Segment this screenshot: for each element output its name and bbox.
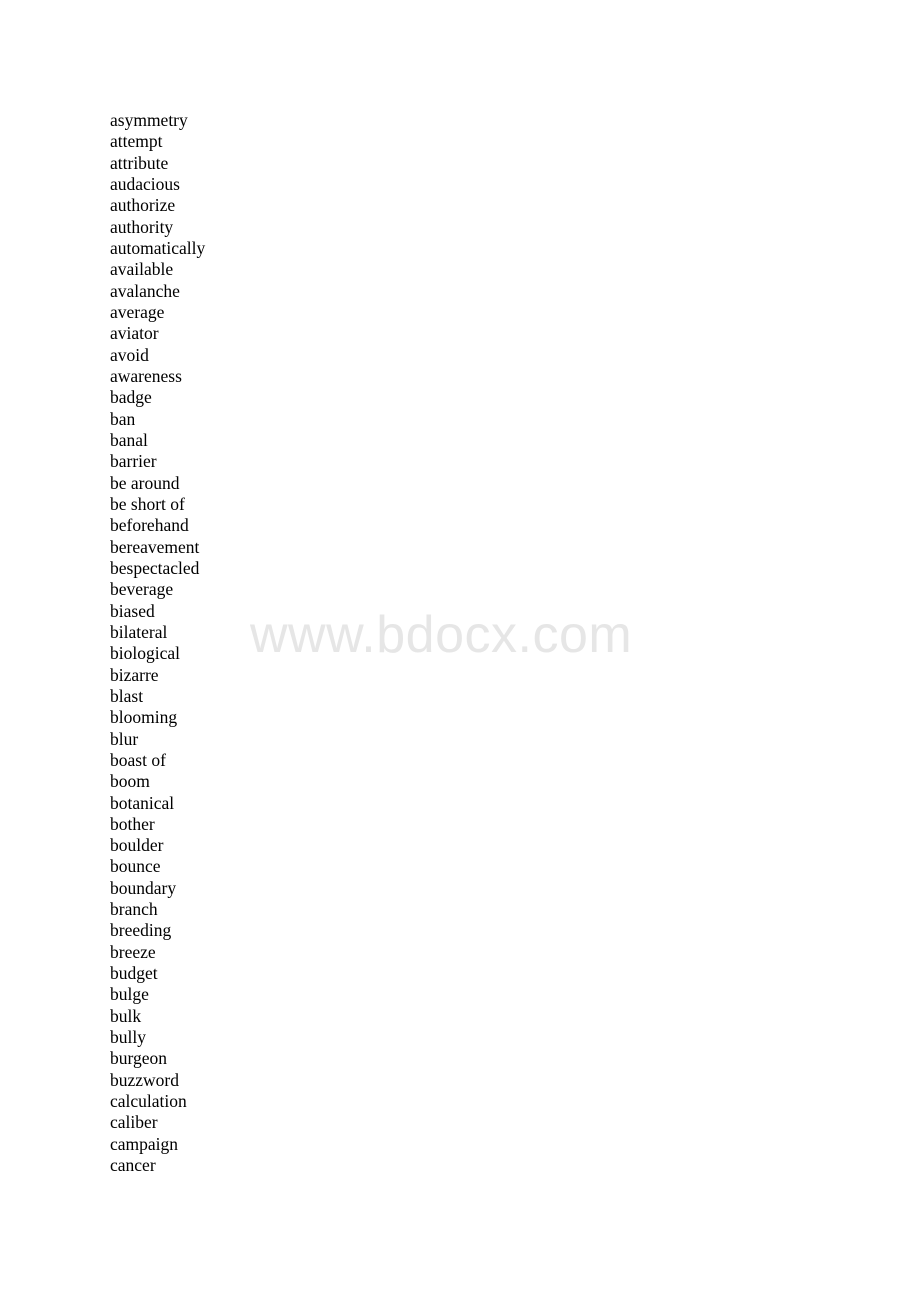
document-page: asymmetry attempt attribute audacious author… xyxy=(0,0,920,1302)
word-list-item: barrier xyxy=(110,451,157,472)
word-list-item: bounce xyxy=(110,856,161,877)
word-list-item: boundary xyxy=(110,877,177,898)
word-list-item: boom xyxy=(110,771,150,792)
word-list-item: bilateral xyxy=(110,621,168,642)
word-list-item: banal xyxy=(110,429,148,450)
watermark: www.bdocx.com xyxy=(250,606,633,664)
word-list-item: bizarre xyxy=(110,664,159,685)
word-list-item: burgeon xyxy=(110,1048,168,1069)
word-list-item: average xyxy=(110,301,165,322)
word-list-item: audacious xyxy=(110,173,180,194)
word-list-item: beforehand xyxy=(110,515,189,536)
word-list-item: asymmetry xyxy=(110,110,188,130)
word-list-item: attempt xyxy=(110,131,163,152)
word-list-item: avalanche xyxy=(110,280,180,301)
word-list-item: avoid xyxy=(110,344,149,365)
word-list-item: biological xyxy=(110,643,180,664)
word-list-item: bulk xyxy=(110,1005,142,1026)
word-list-item: branch xyxy=(110,899,158,920)
word-list-item: buzzword xyxy=(110,1069,180,1090)
word-list-item: attribute xyxy=(110,152,169,173)
word-list-item: aviator xyxy=(110,323,159,344)
word-list-item: badge xyxy=(110,387,152,408)
word-list-item: awareness xyxy=(110,365,182,386)
word-list-item: breeding xyxy=(110,920,172,941)
word-list-item: be around xyxy=(110,472,180,493)
word-list-item: caliber xyxy=(110,1112,158,1133)
word-list-item: cancer xyxy=(110,1155,156,1176)
word-list-item: biased xyxy=(110,600,155,621)
word-list-item: breeze xyxy=(110,941,156,962)
word-list-item: blast xyxy=(110,685,144,706)
word-list-item: bespectacled xyxy=(110,557,200,578)
word-list-item: ban xyxy=(110,408,136,429)
word-list-item: automatically xyxy=(110,237,206,258)
word-list-item: budget xyxy=(110,963,158,984)
word-list-item: be short of xyxy=(110,493,185,514)
word-list-item: authority xyxy=(110,216,174,237)
word-list-item: boast of xyxy=(110,749,166,770)
word-list-item: botanical xyxy=(110,792,175,813)
word-list-item: bereavement xyxy=(110,536,200,557)
word-list-item: blooming xyxy=(110,707,178,728)
word-list-item: authorize xyxy=(110,195,176,216)
word-list-item: bully xyxy=(110,1027,146,1048)
word-list-item: blur xyxy=(110,728,139,749)
word-list-item: calculation xyxy=(110,1091,187,1112)
word-list-item: boulder xyxy=(110,835,164,856)
word-list-item: bulge xyxy=(110,984,149,1005)
word-list-item: beverage xyxy=(110,579,174,600)
vocabulary-word-list: asymmetry attempt attribute audacious author… xyxy=(110,110,205,1176)
word-list-item: available xyxy=(110,259,174,280)
word-list-item: bother xyxy=(110,813,155,834)
word-list-item: campaign xyxy=(110,1133,179,1154)
